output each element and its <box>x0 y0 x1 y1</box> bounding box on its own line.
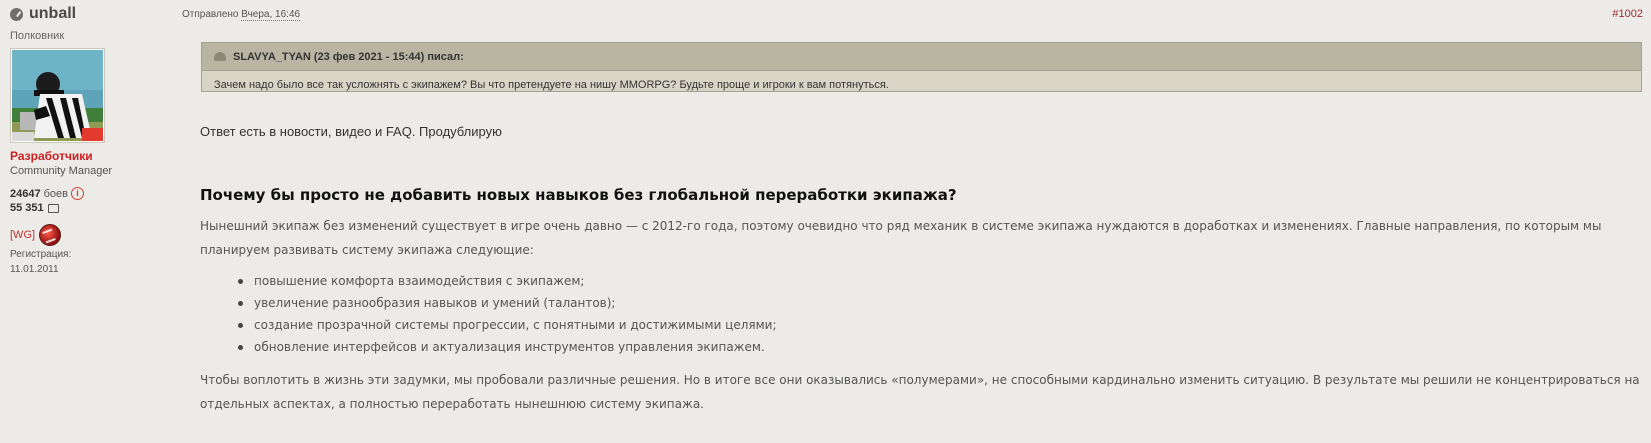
clan-row: [WG] <box>10 224 160 246</box>
comments-stat: 55 351 <box>10 202 160 214</box>
online-status-icon <box>10 7 23 21</box>
post-meta: Отправлено Вчера, 16:46 <box>182 9 301 21</box>
author-group[interactable]: Разработчики <box>10 149 160 163</box>
comment-icon <box>47 203 59 213</box>
registration-date: 11.01.2011 <box>10 264 59 275</box>
battles-label: боев <box>43 187 68 200</box>
post-number-link[interactable]: #1002 <box>1612 8 1643 20</box>
info-icon[interactable]: i <box>70 187 84 200</box>
post-heading: Почему бы просто не добавить новых навык… <box>200 186 957 204</box>
post-intro: Ответ есть в новости, видео и FAQ. Проду… <box>200 124 502 139</box>
quote-author: SLAVYA_TYAN (23 фев 2021 - 15:44) писал: <box>233 50 464 63</box>
clan-emblem-icon[interactable] <box>39 224 62 246</box>
author-role: Community Manager <box>10 165 113 177</box>
sent-label: Отправлено <box>182 9 239 20</box>
list-item: создание прозрачной системы прогрессии, … <box>238 314 1640 336</box>
post-paragraph-2: Чтобы воплотить в жизнь эти задумки, мы … <box>200 373 1640 411</box>
author-rank: Полковник <box>10 30 65 42</box>
registration-label: Регистрация: <box>10 249 72 260</box>
battles-count: 24647 <box>10 187 41 200</box>
list-item: увеличение разнообразия навыков и умений… <box>238 292 1640 314</box>
quote-header: SLAVYA_TYAN (23 фев 2021 - 15:44) писал: <box>202 43 1641 71</box>
post-bullet-list: повышение комфорта взаимодействия с экип… <box>200 270 1640 358</box>
quote-block: SLAVYA_TYAN (23 фев 2021 - 15:44) писал:… <box>201 42 1642 92</box>
post-date[interactable]: Вчера, 16:46 <box>241 9 301 21</box>
author-panel: unball Полковник Разработчики Community … <box>10 4 160 276</box>
battles-stat: 24647 боев i <box>10 187 160 200</box>
list-item: обновление интерфейсов и актуализация ин… <box>238 336 1640 358</box>
list-item: повышение комфорта взаимодействия с экип… <box>238 270 1640 292</box>
post-paragraph-1: Нынешний экипаж без изменений существует… <box>200 219 1602 257</box>
comments-count: 55 351 <box>10 202 44 214</box>
clan-tag[interactable]: [WG] <box>10 229 35 241</box>
author-name-row[interactable]: unball <box>10 4 160 24</box>
avatar[interactable] <box>10 48 105 143</box>
avatar-image <box>12 50 103 141</box>
quote-icon[interactable] <box>214 52 226 61</box>
post-content: Ответ есть в новости, видео и FAQ. Проду… <box>200 124 1640 416</box>
quote-text: Зачем надо было все так усложнять с экип… <box>214 79 889 91</box>
author-name[interactable]: unball <box>29 5 76 23</box>
